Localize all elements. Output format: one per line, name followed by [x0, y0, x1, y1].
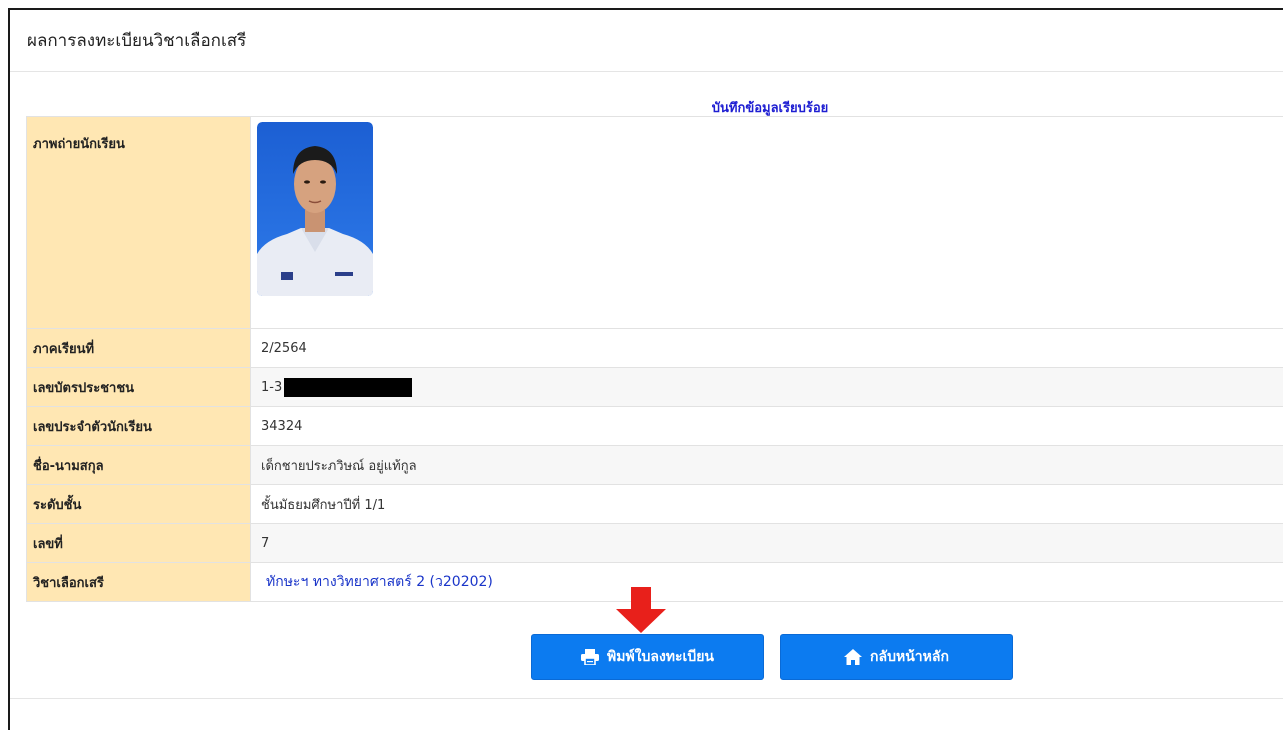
home-icon [844, 649, 862, 665]
student-id-label: เลขประจำตัวนักเรียน [27, 407, 251, 446]
table-row: เลขประจำตัวนักเรียน 34324 [27, 407, 1283, 446]
semester-label: ภาคเรียนที่ [27, 329, 251, 368]
success-message: บันทึกข้อมูลเรียบร้อย [0, 97, 1283, 118]
divider [10, 698, 1283, 699]
page-title: ผลการลงทะเบียนวิชาเลือกเสรี [27, 27, 246, 54]
table-row: ภาคเรียนที่ 2/2564 [27, 329, 1283, 368]
table-row: ชื่อ-นามสกุล เด็กชายประภวิษณ์ อยู่แท้กูล [27, 446, 1283, 485]
full-name-value: เด็กชายประภวิษณ์ อยู่แท้กูล [251, 446, 1283, 485]
table-row: เลขที่ 7 [27, 524, 1283, 563]
print-registration-button[interactable]: พิมพ์ใบลงทะเบียน [531, 634, 764, 680]
student-photo [257, 122, 373, 296]
elective-course-link[interactable]: ทักษะฯ ทางวิทยาศาสตร์ 2 (ว20202) [261, 574, 493, 590]
home-button[interactable]: กลับหน้าหลัก [780, 634, 1013, 680]
number-value: 7 [251, 524, 1283, 563]
grade-level-value: ชั้นมัธยมศึกษาปีที่ 1/1 [251, 485, 1283, 524]
printer-icon [581, 649, 599, 665]
card-header: ผลการลงทะเบียนวิชาเลือกเสรี [10, 10, 1283, 72]
down-arrow-icon [614, 587, 668, 635]
grade-level-label: ระดับชั้น [27, 485, 251, 524]
redaction-bar [284, 378, 412, 397]
student-id-value: 34324 [251, 407, 1283, 446]
elective-value: ทักษะฯ ทางวิทยาศาสตร์ 2 (ว20202) [251, 563, 1283, 602]
id-card-label: เลขบัตรประชาชน [27, 368, 251, 407]
photo-cell [251, 117, 1283, 329]
number-label: เลขที่ [27, 524, 251, 563]
print-button-label: พิมพ์ใบลงทะเบียน [607, 646, 714, 668]
table-row: เลขบัตรประชาชน 1-3 [27, 368, 1283, 407]
table-row: ภาพถ่ายนักเรียน [27, 117, 1283, 329]
full-name-label: ชื่อ-นามสกุล [27, 446, 251, 485]
table-row: ระดับชั้น ชั้นมัธยมศึกษาปีที่ 1/1 [27, 485, 1283, 524]
registration-table: ภาพถ่ายนักเรียน [26, 116, 1283, 602]
id-card-value: 1-3 [251, 368, 1283, 407]
id-card-prefix: 1-3 [261, 380, 282, 395]
home-button-label: กลับหน้าหลัก [870, 646, 949, 668]
semester-value: 2/2564 [251, 329, 1283, 368]
elective-label: วิชาเลือกเสรี [27, 563, 251, 602]
photo-label: ภาพถ่ายนักเรียน [27, 117, 251, 329]
